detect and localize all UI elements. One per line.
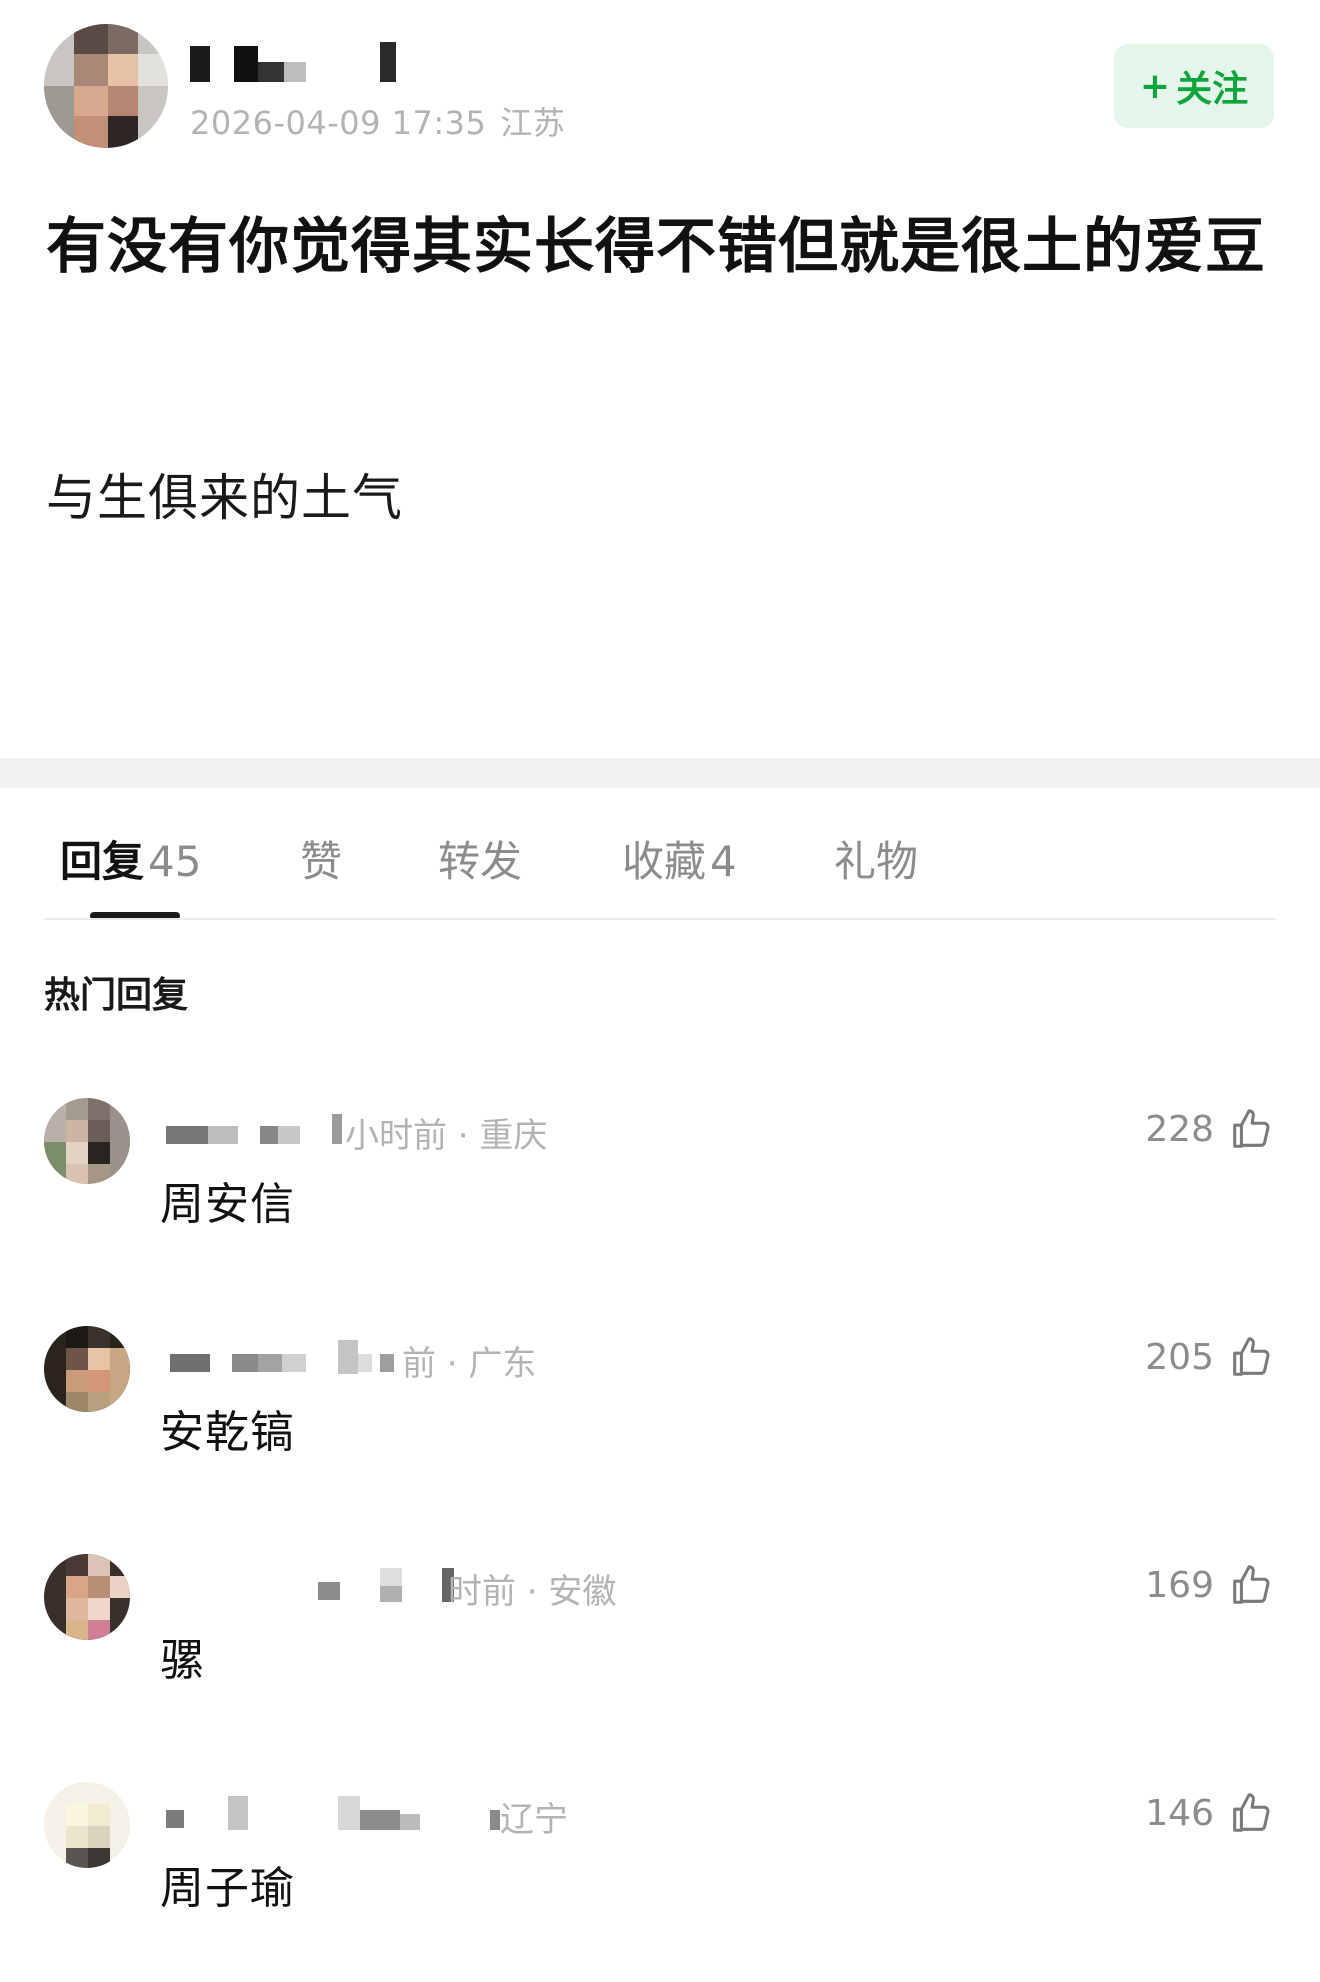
tab-label: 转发 [438,837,523,886]
post-meta: 2026-04-09 17:35 江苏 [190,98,565,144]
like-count: 169 [1145,1564,1214,1606]
like-button[interactable]: 169 [1145,1562,1274,1608]
post-tabs: 回复45 赞 转发 收藏4 礼物 [0,788,1320,920]
section-divider [0,758,1320,788]
reply-meta: 小时前 · 重庆 [345,1116,548,1156]
tab-reposts[interactable]: 转发 [438,828,522,889]
reply-text: 骡 [160,1635,205,1686]
tab-label: 赞 [300,837,343,886]
tab-label: 礼物 [834,837,919,886]
post-body: 与生俱来的土气 [46,469,403,527]
reply-avatar[interactable] [44,1782,130,1868]
like-button[interactable]: 146 [1145,1790,1274,1836]
tab-favorites[interactable]: 收藏4 [622,828,737,889]
reply-item: 小时前 · 重庆 周安信 228 [0,1098,1320,1298]
reply-avatar[interactable] [44,1326,130,1412]
plus-icon: + [1139,65,1171,107]
like-button[interactable]: 205 [1145,1334,1274,1380]
reply-text: 安乾镐 [160,1407,295,1458]
post-timestamp: 2026-04-09 17:35 [190,104,487,142]
avatar-mosaic [44,1098,130,1184]
reply-item: 时前 · 安徽 骡 169 [0,1554,1320,1754]
tab-count: 45 [148,837,202,886]
thumbs-up-icon [1228,1334,1274,1380]
avatar-mosaic [44,24,168,148]
post-card: 2026-04-09 17:35 江苏 + 关注 有没有你觉得其实长得不错但就是很… [0,0,1320,758]
like-button[interactable]: 228 [1145,1106,1274,1152]
avatar-mosaic [44,1554,130,1640]
like-count: 146 [1145,1792,1214,1834]
tabs-divider [44,918,1276,920]
tab-likes[interactable]: 赞 [300,828,342,889]
reply-avatar[interactable] [44,1098,130,1184]
reply-meta: 时前 · 安徽 [448,1572,617,1612]
tab-gifts[interactable]: 礼物 [834,828,918,889]
author-name-redacted[interactable] [190,42,410,86]
reply-item: 辽宁 周子瑜 146 [0,1782,1320,1982]
tab-label: 收藏 [622,837,707,886]
author-avatar[interactable] [44,24,168,148]
like-count: 205 [1145,1336,1214,1378]
thumbs-up-icon [1228,1106,1274,1152]
follow-label: 关注 [1176,69,1249,110]
like-count: 228 [1145,1108,1214,1150]
avatar-mosaic [44,1782,130,1868]
reply-avatar[interactable] [44,1554,130,1640]
post-title: 有没有你觉得其实长得不错但就是很土的爱豆 [46,212,1266,282]
reply-item: 前 · 广东 安乾镐 205 [0,1326,1320,1526]
reply-meta: 前 · 广东 [402,1344,537,1384]
post-location: 江苏 [500,104,566,142]
follow-button[interactable]: + 关注 [1114,44,1274,128]
thumbs-up-icon [1228,1790,1274,1836]
tab-label: 回复 [60,837,145,886]
thumbs-up-icon [1228,1562,1274,1608]
hot-replies-heading: 热门回复 [44,975,189,1016]
reply-text: 周子瑜 [160,1863,295,1914]
reply-text: 周安信 [160,1179,295,1230]
tab-replies[interactable]: 回复45 [60,828,201,889]
reply-meta: 辽宁 [500,1800,568,1840]
tab-count: 4 [710,837,737,886]
avatar-mosaic [44,1326,130,1412]
